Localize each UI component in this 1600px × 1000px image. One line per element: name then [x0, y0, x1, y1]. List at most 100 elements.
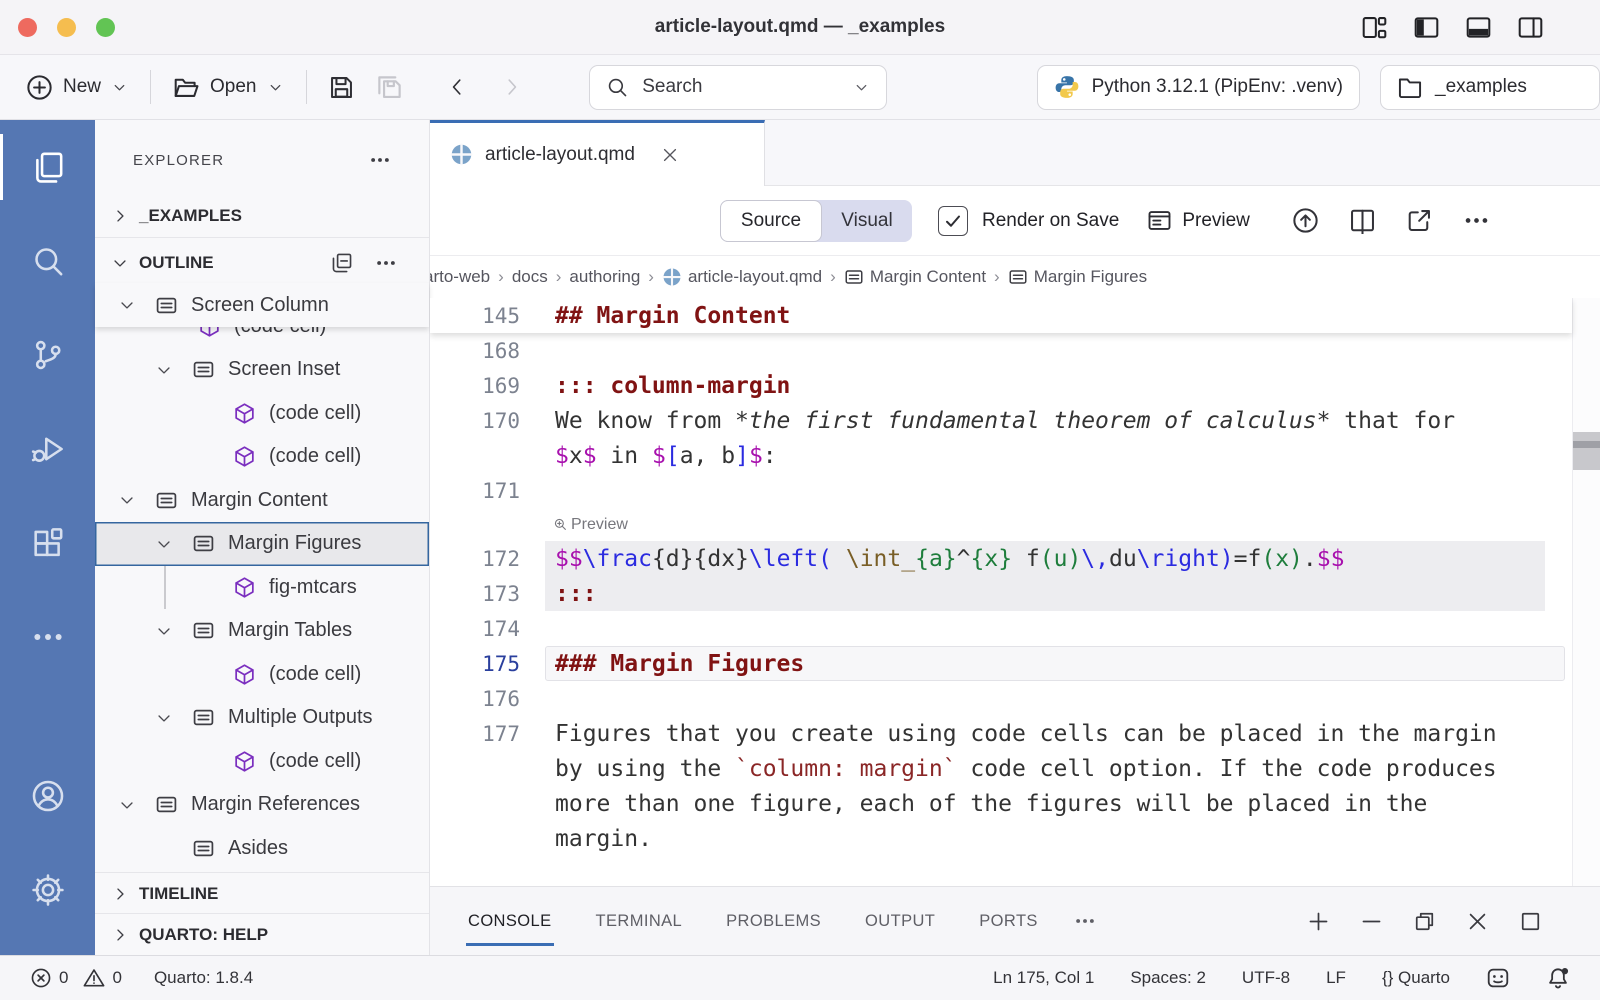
- preview-button[interactable]: Preview: [1147, 208, 1250, 233]
- ellipsis-icon[interactable]: [1463, 207, 1490, 234]
- tree-item-screen-column[interactable]: Screen Column: [95, 283, 429, 327]
- code-line[interactable]: 171: [430, 473, 1572, 508]
- activity-item-extensions[interactable]: [0, 496, 95, 590]
- explorer-more-icon[interactable]: [369, 149, 391, 171]
- code-line[interactable]: 175### Margin Figures: [430, 646, 1572, 681]
- tree-item-code-cell[interactable]: (code cell): [95, 653, 429, 697]
- plus-icon[interactable]: [1307, 910, 1330, 933]
- render-arrow-icon[interactable]: [1292, 207, 1319, 234]
- tree-item-code-cell[interactable]: (code cell): [95, 740, 429, 784]
- code-line[interactable]: 145## Margin Content: [430, 298, 1572, 333]
- code-line[interactable]: 176: [430, 681, 1572, 716]
- tree-item-multiple-outputs[interactable]: Multiple Outputs: [95, 696, 429, 740]
- breadcrumb-item[interactable]: Margin Figures: [1034, 267, 1147, 287]
- codelens[interactable]: Preview: [430, 508, 1572, 541]
- render-on-save-checkbox[interactable]: [938, 206, 968, 236]
- panel-tab-output[interactable]: OUTPUT: [863, 897, 937, 946]
- tree-chevron-icon[interactable]: [118, 796, 155, 814]
- code-line[interactable]: 172$$\frac{d}{dx}\left( \int_{a}^{x} f(u…: [430, 541, 1572, 576]
- activity-item-account[interactable]: [0, 749, 95, 843]
- open-button[interactable]: Open: [165, 65, 291, 109]
- tree-item-code-cell[interactable]: (code cell): [95, 327, 429, 348]
- code-line[interactable]: by using the `column: margin` code cell …: [430, 751, 1572, 786]
- panel-tab-problems[interactable]: PROBLEMS: [724, 897, 823, 946]
- restore-icon[interactable]: [1413, 910, 1436, 933]
- status-item-quarto[interactable]: {} Quarto: [1382, 968, 1450, 988]
- breadcrumb-item[interactable]: article-layout.qmd: [688, 267, 822, 287]
- tree-item-asides[interactable]: Asides: [95, 827, 429, 871]
- search-input[interactable]: Search: [589, 65, 886, 110]
- tree-chevron-icon[interactable]: [155, 709, 192, 727]
- panel-tab-terminal[interactable]: TERMINAL: [594, 897, 685, 946]
- panel-left-icon[interactable]: [1413, 14, 1440, 41]
- tree-chevron-icon[interactable]: [155, 535, 192, 553]
- panel-tab-console[interactable]: CONSOLE: [466, 897, 554, 946]
- bell-dot-icon[interactable]: [1546, 966, 1570, 990]
- maximize-icon[interactable]: [1519, 910, 1542, 933]
- section-quarto-help[interactable]: QUARTO: HELP: [95, 914, 429, 956]
- tree-item-margin-content[interactable]: Margin Content: [95, 479, 429, 523]
- tree-chevron-icon[interactable]: [155, 622, 192, 640]
- section-outline[interactable]: OUTLINE: [95, 242, 429, 284]
- status-item-ln-175-col-1[interactable]: Ln 175, Col 1: [993, 968, 1094, 988]
- layout-custom-icon[interactable]: [1361, 14, 1388, 41]
- outline-more-icon[interactable]: [375, 252, 397, 274]
- interpreter-selector[interactable]: Python 3.12.1 (PipEnv: .venv): [1037, 65, 1360, 110]
- activity-item-debug[interactable]: [0, 402, 95, 496]
- project-button[interactable]: _examples: [1380, 65, 1600, 110]
- quarto-version[interactable]: Quarto: 1.8.4: [154, 968, 253, 988]
- tree-chevron-icon[interactable]: [155, 361, 192, 379]
- code-line[interactable]: $x$ in $[a, b]$:: [430, 438, 1572, 473]
- panel-tab-ports[interactable]: PORTS: [977, 897, 1040, 946]
- problems-status[interactable]: 0 0: [30, 967, 122, 989]
- tree-item-code-cell[interactable]: (code cell): [95, 435, 429, 479]
- activity-item-ellipsis[interactable]: [0, 590, 95, 684]
- collapse-all-icon[interactable]: [331, 252, 353, 274]
- save-all-button[interactable]: [368, 65, 410, 109]
- tree-chevron-icon[interactable]: [118, 491, 155, 509]
- panel-more-icon[interactable]: [1074, 910, 1096, 932]
- activity-item-source-control[interactable]: [0, 308, 95, 402]
- visual-mode-button[interactable]: Visual: [822, 200, 912, 242]
- tree-item-screen-inset[interactable]: Screen Inset: [95, 348, 429, 392]
- smiley-icon[interactable]: [1486, 966, 1510, 990]
- code-line[interactable]: 169::: column-margin: [430, 368, 1572, 403]
- section-examples[interactable]: _EXAMPLES: [95, 195, 429, 237]
- breadcrumb-item[interactable]: authoring: [569, 267, 640, 287]
- status-item-spaces-2[interactable]: Spaces: 2: [1130, 968, 1206, 988]
- status-item-utf-8[interactable]: UTF-8: [1242, 968, 1290, 988]
- scrollbar-thumb[interactable]: [1573, 432, 1600, 470]
- panel-right-icon[interactable]: [1517, 14, 1544, 41]
- code-line[interactable]: 168: [430, 333, 1572, 368]
- code-line[interactable]: margin.: [430, 821, 1572, 856]
- breadcrumb-item[interactable]: Margin Content: [870, 267, 986, 287]
- breadcrumb-item[interactable]: docs: [512, 267, 548, 287]
- source-mode-button[interactable]: Source: [720, 200, 822, 242]
- editor-scrollbar[interactable]: [1572, 298, 1600, 886]
- navigate-back-button[interactable]: [436, 65, 478, 109]
- save-button[interactable]: [321, 65, 363, 109]
- new-button[interactable]: New: [18, 65, 136, 109]
- navigate-forward-button[interactable]: [492, 65, 534, 109]
- code-line[interactable]: 174: [430, 611, 1572, 646]
- breadcrumb-item[interactable]: arto-web: [430, 267, 490, 287]
- code-line[interactable]: 170We know from *the first fundamental t…: [430, 403, 1572, 438]
- tree-item-margin-figures[interactable]: Margin Figures: [95, 522, 429, 566]
- tree-item-margin-references[interactable]: Margin References: [95, 783, 429, 827]
- tab-close-icon[interactable]: [661, 146, 679, 164]
- close-icon[interactable]: [1466, 910, 1489, 933]
- tree-item-margin-tables[interactable]: Margin Tables: [95, 609, 429, 653]
- editor-tab[interactable]: article-layout.qmd: [430, 120, 765, 186]
- activity-item-search[interactable]: [0, 214, 95, 308]
- tree-chevron-icon[interactable]: [118, 296, 155, 314]
- status-item-lf[interactable]: LF: [1326, 968, 1346, 988]
- code-line[interactable]: 177Figures that you create using code ce…: [430, 716, 1572, 751]
- code-line[interactable]: more than one figure, each of the figure…: [430, 786, 1572, 821]
- activity-item-settings-gear[interactable]: [0, 843, 95, 937]
- panel-bottom-icon[interactable]: [1465, 14, 1492, 41]
- section-timeline[interactable]: TIMELINE: [95, 873, 429, 915]
- minus-icon[interactable]: [1360, 910, 1383, 933]
- open-external-icon[interactable]: [1406, 207, 1433, 234]
- code-line[interactable]: 173:::: [430, 576, 1572, 611]
- split-editor-icon[interactable]: [1349, 207, 1376, 234]
